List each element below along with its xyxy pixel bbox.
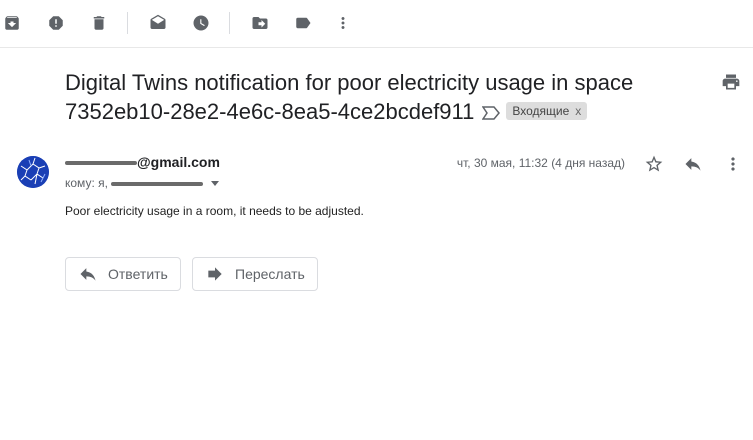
label-chip-text: Входящие: [512, 104, 570, 119]
reply-button-label: Ответить: [108, 266, 168, 282]
recipient-line: кому: я,: [65, 176, 219, 190]
sender-address[interactable]: @gmail.com: [65, 154, 220, 170]
move-to-button[interactable]: [246, 9, 274, 37]
star-button[interactable]: [642, 152, 666, 176]
snooze-button[interactable]: [187, 9, 215, 37]
avatar-pattern: [17, 156, 49, 188]
message-date: чт, 30 мая, 11:32 (4 дня назад): [456, 156, 625, 170]
email-view: Digital Twins notification for poor elec…: [0, 0, 753, 440]
forward-button-label: Переслать: [235, 266, 305, 282]
label-icon: [296, 17, 311, 29]
mark-unread-icon: [150, 14, 166, 29]
star-icon: [645, 155, 663, 172]
reply-icon: [685, 158, 701, 171]
redacted-sender-name: [65, 161, 137, 166]
message-body: Poor electricity usage in a room, it nee…: [65, 204, 364, 218]
clock-icon: [193, 15, 209, 31]
avatar[interactable]: [17, 156, 49, 188]
message-more-button[interactable]: [721, 152, 745, 176]
more-vert-icon: [731, 157, 735, 171]
toolbar: [0, 0, 753, 48]
move-to-icon: [252, 17, 268, 29]
importance-marker-icon[interactable]: [482, 106, 501, 120]
label-chip-inbox[interactable]: Входящие x: [506, 102, 588, 121]
reply-icon-button[interactable]: [681, 152, 705, 176]
recipient-prefix: кому: я,: [65, 176, 108, 190]
more-button[interactable]: [329, 9, 357, 37]
reply-button[interactable]: Ответить: [65, 257, 181, 291]
toolbar-divider: [127, 12, 128, 34]
delete-button[interactable]: [85, 9, 113, 37]
recipient-details-dropdown-icon[interactable]: [210, 181, 219, 187]
forward-button[interactable]: Переслать: [192, 257, 318, 291]
mark-unread-button[interactable]: [144, 9, 172, 37]
trash-icon: [93, 16, 105, 30]
email-subject: Digital Twins notification for poor elec…: [65, 68, 705, 126]
labels-button[interactable]: [289, 9, 317, 37]
report-spam-icon: [49, 16, 63, 30]
forward-icon: [208, 267, 222, 281]
toolbar-divider: [229, 12, 230, 34]
reply-icon: [80, 268, 96, 281]
remove-label-button[interactable]: x: [575, 104, 581, 118]
print-button[interactable]: [721, 72, 745, 96]
sender-domain: @gmail.com: [137, 154, 220, 170]
redacted-recipient: [111, 181, 204, 186]
archive-button[interactable]: [0, 9, 26, 37]
more-vert-icon: [341, 17, 345, 29]
print-icon: [722, 74, 740, 90]
report-spam-button[interactable]: [42, 9, 70, 37]
archive-icon: [5, 16, 19, 30]
